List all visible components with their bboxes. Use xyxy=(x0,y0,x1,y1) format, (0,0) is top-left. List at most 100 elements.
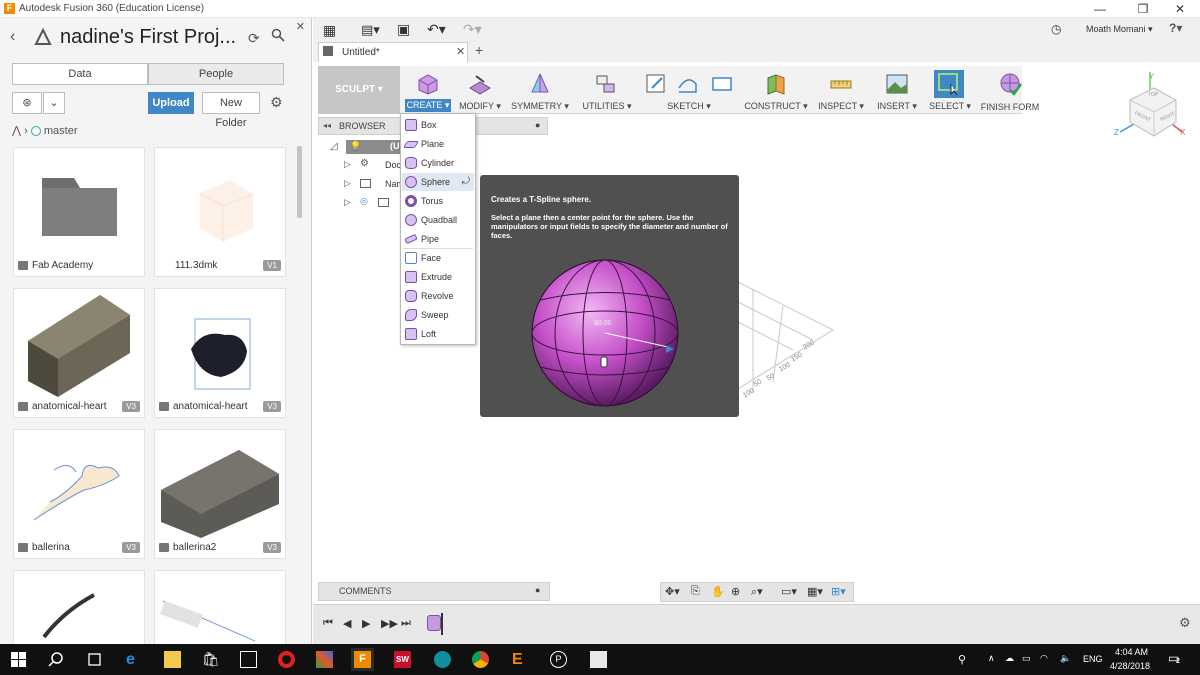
menu-item-sphere[interactable]: Sphere ⤾ xyxy=(402,173,474,191)
chrome-icon[interactable] xyxy=(472,651,489,668)
finish-form-group[interactable]: FINISH FORM xyxy=(978,66,1042,114)
file-card-anatomical-heart[interactable]: anatomical-heart V3 xyxy=(13,288,145,418)
store-icon[interactable]: 🛍 xyxy=(202,651,220,668)
visibility-bulb-icon[interactable]: ◎ xyxy=(360,196,368,207)
viewcube-top[interactable]: TOP xyxy=(1148,92,1158,98)
upload-button[interactable]: Upload xyxy=(148,92,194,114)
zoom-icon[interactable]: ⊕ xyxy=(731,585,740,598)
opera-icon[interactable] xyxy=(278,651,295,668)
browser-root-row[interactable]: 💡 (U xyxy=(346,140,406,154)
look-at-icon[interactable]: ⎘ xyxy=(691,585,700,598)
sketch-group[interactable]: SKETCH ▾ xyxy=(640,66,738,114)
expand-icon[interactable]: ▷ xyxy=(344,197,351,208)
utilities-menu-label[interactable]: UTILITIES ▾ xyxy=(582,101,632,112)
back-arrow-icon[interactable]: ‹ xyxy=(10,28,15,46)
collapse-browser-icon[interactable]: ◂◂ xyxy=(323,121,331,130)
insert-group[interactable]: INSERT ▾ xyxy=(872,66,922,114)
wifi-icon[interactable]: ◠ xyxy=(1040,653,1048,664)
workspace-switcher[interactable]: SCULPT ▾ xyxy=(318,66,400,114)
p-app-icon[interactable]: P xyxy=(550,651,567,668)
menu-item-quadball[interactable]: Quadball xyxy=(402,211,474,229)
file-card-fab-academy[interactable]: Fab Academy xyxy=(13,147,145,277)
cloud-icon[interactable]: ☁ xyxy=(1005,653,1014,664)
menu-item-box[interactable]: Box xyxy=(402,116,474,134)
hub-icon[interactable] xyxy=(34,27,52,49)
timeline-play-icon[interactable]: ▶ xyxy=(362,617,370,630)
refresh-icon[interactable]: ⟳ xyxy=(248,30,260,47)
sketchup-icon[interactable] xyxy=(316,651,333,668)
tray-chevron-icon[interactable]: ∧ xyxy=(988,653,995,664)
create-group[interactable]: CREATE ▾ xyxy=(402,66,454,114)
doc-settings-label[interactable]: Doc xyxy=(385,160,401,170)
zoom-window-icon[interactable]: ⌕▾ xyxy=(751,585,763,599)
task-view-icon[interactable] xyxy=(86,651,103,668)
finish-form-label[interactable]: FINISH FORM xyxy=(978,102,1042,112)
inspect-group[interactable]: INSPECT ▾ xyxy=(816,66,866,114)
pan-hand-icon[interactable]: ✋ xyxy=(711,585,725,598)
file-card-ballerina2[interactable]: ballerina2 V3 xyxy=(154,429,286,559)
create-menu-label[interactable]: CREATE ▾ xyxy=(405,99,451,112)
timeline-prev-icon[interactable]: ◀ xyxy=(343,617,351,630)
insert-menu-label[interactable]: INSERT ▾ xyxy=(872,101,922,112)
version-history-button[interactable]: ⊛ xyxy=(12,92,42,114)
clock-time[interactable]: 4:04 AM xyxy=(1115,647,1148,657)
windows-start-icon[interactable] xyxy=(10,651,27,668)
timeline-last-icon[interactable]: ⏭ xyxy=(401,617,411,630)
timeline-first-icon[interactable]: ⏮ xyxy=(323,617,333,630)
browser-options-icon[interactable]: ● xyxy=(535,120,540,130)
grid-settings-icon[interactable]: ▦▾ xyxy=(807,585,823,598)
timeline-next-icon[interactable]: ▶▶ xyxy=(381,617,398,630)
hub-small-icon[interactable]: ⋀ xyxy=(12,125,21,137)
file-card-111-3dmk[interactable]: 111.3dmk V1 xyxy=(154,147,286,277)
redo-icon[interactable]: ↷▾ xyxy=(463,21,482,38)
file-card-partial-1[interactable] xyxy=(13,570,145,644)
apps-grid-icon[interactable]: ▦ xyxy=(323,22,336,39)
menu-item-pipe[interactable]: Pipe xyxy=(402,230,474,248)
language-indicator[interactable]: ENG xyxy=(1083,654,1103,664)
file-explorer-icon[interactable] xyxy=(164,651,181,668)
construct-group[interactable]: CONSTRUCT ▾ xyxy=(744,66,808,114)
orbit-icon[interactable]: ✥▾ xyxy=(665,585,680,598)
view-cube[interactable]: Y Z X TOP FRONT RIGHT xyxy=(1106,70,1186,153)
job-status-icon[interactable]: ◷ xyxy=(1051,22,1061,36)
arduino-icon[interactable] xyxy=(434,651,451,668)
display-settings-icon[interactable]: ▭▾ xyxy=(781,585,797,598)
search-taskbar-icon[interactable] xyxy=(48,651,65,668)
new-folder-button[interactable]: New Folder xyxy=(202,92,260,129)
tab-people[interactable]: People xyxy=(148,63,284,85)
save-icon[interactable]: ▣ xyxy=(397,21,410,38)
utilities-group[interactable]: UTILITIES ▾ xyxy=(582,66,632,114)
tab-data[interactable]: Data xyxy=(12,63,148,85)
comments-options-icon[interactable]: ● xyxy=(535,585,540,595)
mail-icon[interactable] xyxy=(240,651,257,668)
timeline-marker[interactable] xyxy=(441,613,443,635)
maximize-button[interactable]: ❐ xyxy=(1123,0,1163,18)
new-tab-button[interactable]: + xyxy=(475,42,483,58)
edge-browser-icon[interactable]: e xyxy=(126,651,143,668)
dropdown-button[interactable]: ⌄ xyxy=(43,92,65,114)
menu-item-extrude[interactable]: Extrude xyxy=(402,268,474,286)
file-menu-icon[interactable]: ▤▾ xyxy=(361,22,380,38)
menu-item-cylinder[interactable]: Cylinder xyxy=(402,154,474,172)
menu-item-plane[interactable]: Plane xyxy=(402,135,474,153)
expand-root-icon[interactable]: ◿ xyxy=(330,141,338,152)
symmetry-menu-label[interactable]: SYMMETRY ▾ xyxy=(510,101,570,112)
modify-group[interactable]: MODIFY ▾ xyxy=(456,66,504,114)
inspect-menu-label[interactable]: INSPECT ▾ xyxy=(816,101,866,112)
search-icon[interactable] xyxy=(271,28,285,45)
gear-icon[interactable]: ⚙ xyxy=(270,94,283,111)
comments-panel-header[interactable]: COMMENTS ● xyxy=(318,582,550,601)
scrollbar-thumb[interactable] xyxy=(297,146,302,218)
close-panel-icon[interactable]: ✕ xyxy=(296,20,305,33)
volume-icon[interactable]: 🔈 xyxy=(1060,653,1071,664)
visibility-bulb-icon[interactable]: 💡 xyxy=(350,141,361,152)
document-tab[interactable]: Untitled* ✕ xyxy=(318,42,468,62)
select-menu-label[interactable]: SELECT ▾ xyxy=(928,101,972,112)
menu-item-revolve[interactable]: Revolve xyxy=(402,287,474,305)
keyboard-icon[interactable]: ▭ xyxy=(1022,653,1031,664)
select-group[interactable]: SELECT ▾ xyxy=(928,66,972,114)
file-card-partial-2[interactable] xyxy=(154,570,286,644)
menu-item-loft[interactable]: Loft xyxy=(402,325,474,343)
menu-item-sweep[interactable]: Sweep xyxy=(402,306,474,324)
menu-item-torus[interactable]: Torus xyxy=(402,192,474,210)
